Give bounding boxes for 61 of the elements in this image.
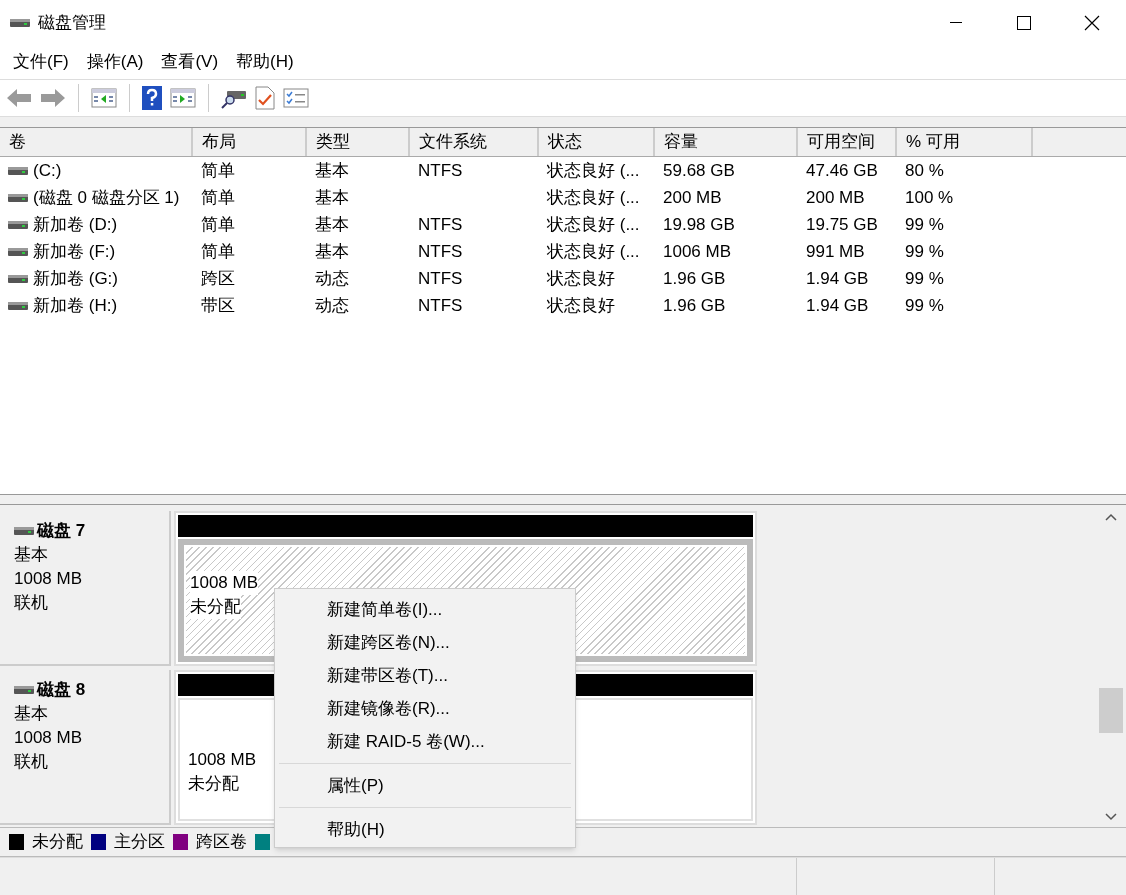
table-cell-text: 动态 — [315, 294, 349, 317]
table-cell-text: 99 % — [905, 213, 944, 236]
table-cell-text: 991 MB — [806, 240, 865, 263]
legend-label: 未分配 — [32, 831, 83, 854]
table-cell-text: 新加卷 (G:) — [33, 267, 118, 290]
partition-label: 未分配 — [190, 595, 241, 619]
disk-size: 1008 MB — [14, 727, 84, 749]
legend-label: 跨区卷 — [196, 831, 247, 854]
table-cell-text: 基本 — [315, 186, 349, 209]
table-cell-text: 状态良好 — [547, 267, 615, 290]
legend-label: 主分区 — [114, 831, 165, 854]
table-cell-text: (C:) — [33, 159, 62, 182]
table-cell-text: 简单 — [201, 213, 235, 236]
table-cell-text: NTFS — [418, 267, 463, 290]
table-cell-text: 带区 — [201, 294, 235, 317]
table-cell-text: 47.46 GB — [806, 159, 878, 182]
table-cell-text: 动态 — [315, 267, 349, 290]
table-cell-text: 80 % — [905, 159, 944, 182]
table-cell-text: 200 MB — [663, 186, 722, 209]
disk-status: 联机 — [14, 592, 49, 614]
table-cell-text: 基本 — [315, 213, 349, 236]
table-cell-text: 状态良好 (... — [547, 159, 640, 182]
table-cell-text: 1.94 GB — [806, 267, 869, 290]
table-cell-text: 新加卷 (F:) — [33, 240, 116, 263]
table-cell-text: NTFS — [418, 213, 463, 236]
disk-name: 磁盘 7 — [37, 520, 86, 542]
table-cell-text: 新加卷 (H:) — [33, 294, 118, 317]
table-cell-text: NTFS — [418, 159, 463, 182]
table-cell-text: 100 % — [905, 186, 954, 209]
table-cell-text: 99 % — [905, 267, 944, 290]
table-cell-text: 1.96 GB — [663, 294, 726, 317]
table-cell-text: 状态良好 — [547, 294, 615, 317]
table-cell-text: 99 % — [905, 294, 944, 317]
table-cell-text: 19.98 GB — [663, 213, 735, 236]
table-cell-text: 简单 — [201, 186, 235, 209]
window-title: 磁盘管理 — [38, 11, 106, 34]
table-cell-text: 1.94 GB — [806, 294, 869, 317]
disk-size: 1008 MB — [14, 568, 84, 590]
disk-type: 基本 — [14, 544, 49, 566]
table-cell-text: 基本 — [315, 240, 349, 263]
table-cell-text: (磁盘 0 磁盘分区 1) — [33, 186, 180, 209]
disk-name: 磁盘 8 — [37, 679, 86, 701]
table-cell-text: 状态良好 (... — [547, 186, 640, 209]
partition-size: 1008 MB — [190, 571, 259, 595]
table-cell-text: 59.68 GB — [663, 159, 735, 182]
table-cell-text: 简单 — [201, 240, 235, 263]
table-cell-text: 99 % — [905, 240, 944, 263]
table-cell-text: 状态良好 (... — [547, 240, 640, 263]
table-cell-text: 1006 MB — [663, 240, 732, 263]
table-cell-text: NTFS — [418, 240, 463, 263]
table-cell-text: 19.75 GB — [806, 213, 878, 236]
table-cell-text: 简单 — [201, 159, 235, 182]
table-cell-text: NTFS — [418, 294, 463, 317]
table-cell-text: 基本 — [315, 159, 349, 182]
table-cell-text: 状态良好 (... — [547, 213, 640, 236]
table-cell-text: 新加卷 (D:) — [33, 213, 118, 236]
table-cell-text: 1.96 GB — [663, 267, 726, 290]
table-cell-text: 跨区 — [201, 267, 235, 290]
disk-type: 基本 — [14, 703, 49, 725]
table-cell-text: 200 MB — [806, 186, 865, 209]
disk-status: 联机 — [14, 751, 49, 773]
